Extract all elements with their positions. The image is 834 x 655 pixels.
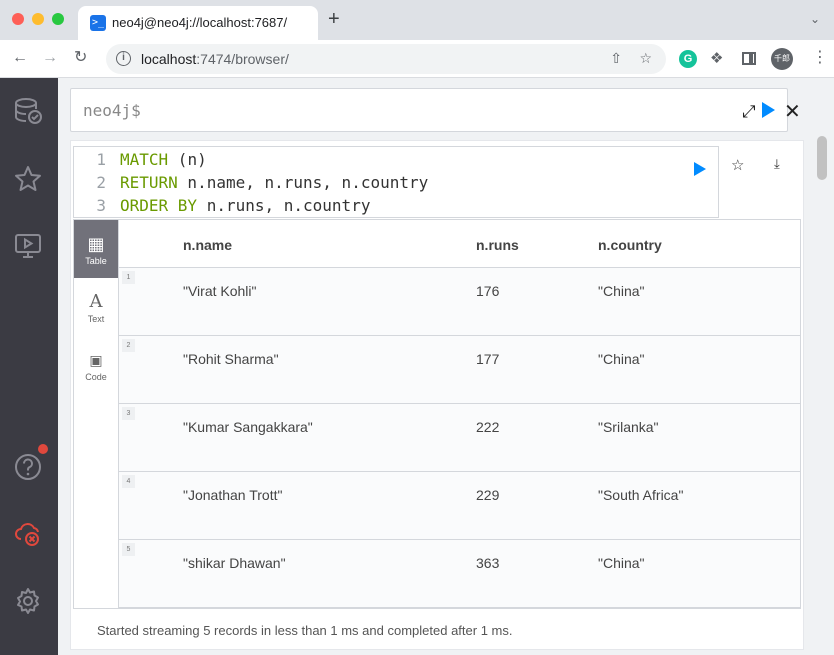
main-stream: neo4j$ ⤢ ✕ 1 MATCH (n) 2 RETURN n.name, n.…	[58, 78, 834, 655]
url-text: localhost:7474/browser/	[141, 51, 289, 67]
row-number: 4	[122, 475, 135, 488]
result-panel: ▦ Table A Text ▣ Code n.name n.runs n.co…	[73, 219, 801, 609]
cell-country: "China"	[598, 283, 645, 299]
row-number: 1	[122, 271, 135, 284]
cell-name: "Rohit Sharma"	[183, 351, 279, 367]
star-icon[interactable]: ☆	[731, 156, 744, 174]
info-icon[interactable]: i	[116, 51, 131, 66]
grammarly-icon[interactable]: G	[679, 50, 697, 68]
cell-name: "shikar Dhawan"	[183, 555, 286, 571]
table-icon: ▦	[87, 234, 105, 254]
database-icon[interactable]	[13, 96, 43, 126]
guides-play-icon[interactable]	[13, 231, 43, 261]
tab-text[interactable]: A Text	[74, 278, 118, 336]
cell-country: "Srilanka"	[598, 419, 659, 435]
editor-prompt: neo4j$	[83, 101, 141, 120]
forward-arrow-icon[interactable]: →	[42, 48, 58, 68]
cell-name: "Jonathan Trott"	[183, 487, 283, 503]
cell-name: "Kumar Sangakkara"	[183, 419, 313, 435]
star-icon[interactable]: ☆	[639, 50, 652, 67]
result-frame: 1 MATCH (n) 2 RETURN n.name, n.runs, n.cou…	[70, 140, 804, 650]
code-line: 3 ORDER BY n.runs, n.country	[96, 196, 371, 215]
cell-runs: 176	[476, 283, 500, 299]
close-window-button[interactable]	[12, 13, 24, 25]
code-line: 2 RETURN n.name, n.runs, n.country	[96, 173, 429, 192]
cell-country: "China"	[598, 351, 645, 367]
favorites-star-icon[interactable]	[13, 164, 43, 194]
table-row: 1 "Virat Kohli" 176 "China"	[119, 268, 800, 336]
table-header: n.name n.runs n.country	[119, 220, 800, 268]
tab-title: neo4j@neo4j://localhost:7687/	[112, 15, 288, 30]
tab-code[interactable]: ▣ Code	[74, 336, 118, 394]
gear-icon[interactable]	[13, 586, 43, 616]
kebab-menu-icon[interactable]: ⋮	[812, 50, 828, 66]
maximize-window-button[interactable]	[52, 13, 64, 25]
table-row: 4 "Jonathan Trott" 229 "South Africa"	[119, 472, 800, 540]
cell-name: "Virat Kohli"	[183, 283, 257, 299]
reload-icon[interactable]: ↻	[74, 48, 87, 68]
column-header[interactable]: n.country	[598, 237, 662, 253]
column-header[interactable]: n.name	[183, 237, 232, 253]
stream-scrollbar[interactable]	[816, 134, 828, 655]
rerun-play-icon[interactable]	[694, 162, 706, 176]
puzzle-icon[interactable]: ❖	[710, 50, 728, 68]
notification-dot	[38, 444, 48, 454]
chevron-down-icon[interactable]: ⌄	[810, 12, 820, 26]
neo4j-browser: neo4j$ ⤢ ✕ 1 MATCH (n) 2 RETURN n.name, n.…	[0, 78, 834, 655]
status-message: Started streaming 5 records in less than…	[97, 623, 513, 638]
cell-country: "China"	[598, 555, 645, 571]
share-icon[interactable]: ⇧	[610, 50, 622, 67]
browser-toolbar: ← → ↻ i localhost:7474/browser/ ⇧ ☆ G ❖ …	[0, 40, 834, 78]
code-icon: ▣	[89, 352, 103, 368]
table-row: 5 "shikar Dhawan" 363 "China"	[119, 540, 800, 608]
browser-tab-bar: >_ neo4j@neo4j://localhost:7687/ + ⌄	[0, 0, 834, 40]
address-bar[interactable]: i localhost:7474/browser/ ⇧ ☆	[106, 44, 666, 74]
frame-query[interactable]: 1 MATCH (n) 2 RETURN n.name, n.runs, n.cou…	[73, 146, 719, 218]
tab-table[interactable]: ▦ Table	[74, 220, 118, 278]
terminal-icon: >_	[90, 15, 106, 31]
avatar[interactable]: 千郎	[771, 48, 793, 70]
results-table: n.name n.runs n.country 1 "Virat Kohli" …	[119, 220, 800, 608]
row-number: 2	[122, 339, 135, 352]
cell-runs: 229	[476, 487, 500, 503]
table-row: 2 "Rohit Sharma" 177 "China"	[119, 336, 800, 404]
download-icon[interactable]: ⤓	[774, 156, 780, 172]
back-arrow-icon[interactable]: ←	[12, 48, 28, 68]
cypher-editor[interactable]: neo4j$	[70, 88, 788, 132]
side-panel-icon[interactable]	[742, 52, 756, 65]
code-line: 1 MATCH (n)	[96, 150, 207, 169]
cloud-disconnected-icon[interactable]	[13, 519, 43, 549]
column-header[interactable]: n.runs	[476, 237, 519, 253]
browser-tab[interactable]: >_ neo4j@neo4j://localhost:7687/	[78, 6, 318, 40]
row-number: 3	[122, 407, 135, 420]
scrollbar-thumb[interactable]	[817, 136, 827, 180]
new-tab-button[interactable]: +	[328, 9, 340, 29]
cell-runs: 363	[476, 555, 500, 571]
minimize-window-button[interactable]	[32, 13, 44, 25]
close-icon[interactable]: ✕	[784, 102, 801, 122]
run-query-play-icon[interactable]	[762, 102, 775, 118]
cell-country: "South Africa"	[598, 487, 684, 503]
help-question-icon[interactable]	[13, 452, 43, 482]
table-row: 3 "Kumar Sangakkara" 222 "Srilanka"	[119, 404, 800, 472]
view-tabs: ▦ Table A Text ▣ Code	[74, 220, 119, 608]
cell-runs: 222	[476, 419, 500, 435]
text-icon: A	[89, 291, 103, 312]
row-number: 5	[122, 543, 135, 556]
cell-runs: 177	[476, 351, 500, 367]
left-navigation	[0, 78, 58, 655]
expand-editor-icon[interactable]: ⤢	[742, 102, 756, 122]
